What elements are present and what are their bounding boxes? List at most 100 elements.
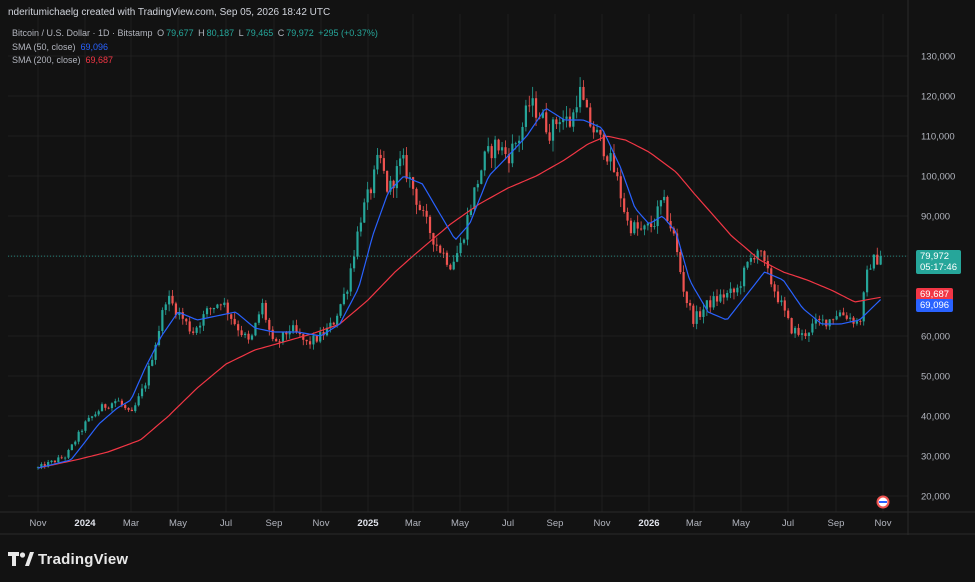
sma50-price-tag: 69,096 xyxy=(916,298,954,312)
time-axis[interactable]: Nov 2024 Mar May Jul Sep Nov 2025 Mar May Jul Sep No… xyxy=(30,518,892,529)
candle-body xyxy=(164,304,167,311)
candle-body xyxy=(490,146,493,159)
candle xyxy=(783,296,786,317)
candle-body xyxy=(332,322,335,325)
high-label: H xyxy=(198,28,205,38)
candle xyxy=(568,108,572,128)
tradingview-brand: TradingView xyxy=(38,550,129,568)
change-value: +295 (+0.37%) xyxy=(318,28,378,38)
price-axis[interactable]: 20,00030,00040,00050,00060,00070,00080,0… xyxy=(921,52,955,503)
x-tick-label: Sep xyxy=(266,518,283,529)
candle-body xyxy=(97,411,100,415)
candle-body xyxy=(305,339,308,342)
sma200-legend[interactable]: SMA (200, close) 69,687 xyxy=(12,55,115,65)
y-tick-label: 50,000 xyxy=(921,372,950,383)
candle-body xyxy=(64,457,67,459)
candle-body xyxy=(386,170,389,192)
candle-body xyxy=(679,252,682,273)
overlay xyxy=(8,255,908,509)
candle xyxy=(349,263,352,296)
candle xyxy=(261,298,264,319)
y-tick-label: 110,000 xyxy=(921,132,955,143)
candle-body xyxy=(749,258,753,262)
candle xyxy=(275,337,278,342)
candle xyxy=(97,409,100,417)
candle xyxy=(609,147,612,171)
candle xyxy=(776,285,780,304)
y-tick-label: 130,000 xyxy=(921,52,955,63)
candle-body xyxy=(639,228,643,230)
x-tick-label: Nov xyxy=(313,518,330,529)
candle-body xyxy=(551,119,555,141)
chart-canvas[interactable]: 20,00030,00040,00050,00060,00070,00080,0… xyxy=(0,0,975,582)
candle xyxy=(268,317,271,336)
candle-body xyxy=(685,291,688,304)
candle-body xyxy=(382,158,385,171)
tradingview-logo-icon xyxy=(8,551,34,567)
candle-body xyxy=(212,307,216,310)
candle xyxy=(219,303,222,311)
candle-body xyxy=(811,323,814,333)
candle xyxy=(800,329,804,341)
sma50-line xyxy=(37,108,882,469)
candle xyxy=(679,248,682,275)
candle xyxy=(369,187,373,200)
symbol-legend[interactable]: Bitcoin / U.S. Dollar · 1D · Bitstamp O7… xyxy=(12,28,380,38)
candle xyxy=(732,287,736,300)
candle-body xyxy=(790,318,793,334)
candle xyxy=(462,238,466,245)
candle xyxy=(480,169,483,185)
y-tick-label: 100,000 xyxy=(921,172,955,183)
high-value: 80,187 xyxy=(206,28,235,38)
candle-body xyxy=(739,286,742,288)
candle xyxy=(195,325,198,335)
candle-body xyxy=(521,126,524,141)
candle xyxy=(528,95,531,113)
candle-body xyxy=(363,202,366,223)
candle-body xyxy=(411,177,415,189)
sma50-label: SMA (50, close) xyxy=(12,42,76,52)
candle-body xyxy=(825,319,828,327)
candle-body xyxy=(233,318,236,325)
x-tick-label: May xyxy=(169,518,187,529)
candle-body xyxy=(879,256,882,265)
candle-body xyxy=(373,169,376,194)
sma50-legend[interactable]: SMA (50, close) 69,096 xyxy=(12,42,110,52)
candle-body xyxy=(209,308,212,310)
candle xyxy=(763,250,766,266)
candle xyxy=(352,250,356,272)
candle-body xyxy=(369,189,373,194)
candle-body xyxy=(452,261,455,270)
candle-body xyxy=(100,404,104,412)
candle xyxy=(656,200,659,234)
candle xyxy=(185,317,188,325)
candle xyxy=(408,172,411,188)
tradingview-footer[interactable]: TradingView xyxy=(8,549,128,569)
candle xyxy=(77,430,80,445)
candle-body xyxy=(688,303,692,306)
x-tick-label: 2024 xyxy=(74,518,96,529)
candle-body xyxy=(821,319,824,321)
candle-body xyxy=(205,308,209,315)
candle xyxy=(359,217,362,237)
candle xyxy=(504,140,507,160)
candle-body xyxy=(514,143,517,145)
candle-body xyxy=(261,302,264,315)
candle xyxy=(94,411,97,418)
candle-body xyxy=(216,304,219,308)
candle xyxy=(386,170,389,194)
economic-event-icon xyxy=(876,495,890,509)
candle xyxy=(302,333,305,346)
candle-body xyxy=(134,405,137,412)
candle xyxy=(818,315,821,326)
candle xyxy=(181,307,184,325)
candle-body xyxy=(60,457,63,459)
candle-body xyxy=(682,272,685,292)
candle xyxy=(633,220,636,235)
candle-body xyxy=(849,317,852,319)
candle-body xyxy=(659,200,662,207)
candle xyxy=(100,402,104,412)
candle xyxy=(709,295,712,313)
candle-body xyxy=(776,291,780,303)
candle-body xyxy=(80,430,84,432)
